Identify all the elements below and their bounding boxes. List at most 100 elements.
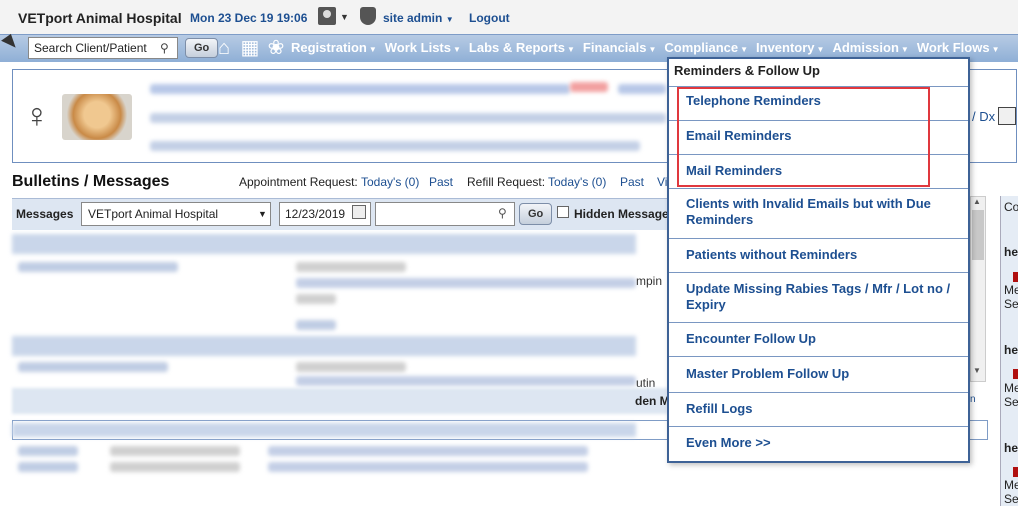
site-admin-menu[interactable]: site admin ▼ bbox=[383, 11, 454, 25]
calendar-icon[interactable]: ▦ bbox=[238, 36, 262, 60]
blurred-message bbox=[18, 462, 78, 472]
nav-item-compliance[interactable]: Compliance ▼ bbox=[664, 40, 748, 55]
chevron-down-icon[interactable]: ▼ bbox=[340, 12, 349, 22]
blurred-message bbox=[268, 446, 588, 456]
calendar-icon[interactable] bbox=[352, 205, 366, 219]
blurred-patient-line bbox=[618, 84, 666, 94]
scroll-down-icon[interactable]: ▼ bbox=[973, 366, 981, 375]
scrollbar-thumb[interactable] bbox=[972, 210, 984, 260]
message-date-band bbox=[12, 336, 636, 356]
right-column-header: Co bbox=[1004, 200, 1018, 214]
blurred-message bbox=[296, 362, 406, 372]
blurred-message bbox=[296, 376, 636, 386]
nav-item-registration[interactable]: Registration ▼ bbox=[291, 40, 377, 55]
blurred-message bbox=[18, 362, 168, 372]
blurred-patient-line bbox=[150, 113, 666, 123]
hospital-select[interactable]: VETport Animal Hospital bbox=[81, 202, 271, 226]
appointment-past-link[interactable]: Past bbox=[429, 175, 453, 189]
blurred-toolbar bbox=[12, 388, 668, 414]
nav-item-work-lists[interactable]: Work Lists ▼ bbox=[385, 40, 461, 55]
right-column-text: Se bbox=[1004, 492, 1018, 506]
right-column-heading: he bbox=[1004, 441, 1018, 455]
nav-item-label: Compliance bbox=[664, 40, 739, 55]
menu-item-encounter-follow-up[interactable]: Encounter Follow Up bbox=[669, 322, 968, 356]
appointment-today-link[interactable]: Today's (0) bbox=[361, 175, 419, 189]
nav-item-admission[interactable]: Admission ▼ bbox=[832, 40, 908, 55]
nav-item-labs-reports[interactable]: Labs & Reports ▼ bbox=[469, 40, 575, 55]
search-icon[interactable]: ⚲ bbox=[498, 206, 507, 220]
hidden-messages-checkbox[interactable] bbox=[557, 206, 569, 218]
refill-request-label: Refill Request: bbox=[467, 175, 546, 189]
dropdown-section-title: Reminders & Follow Up bbox=[674, 63, 820, 78]
chevron-down-icon: ▼ bbox=[991, 45, 1000, 54]
blurred-message bbox=[18, 262, 178, 272]
pet-photo bbox=[62, 94, 132, 140]
nav-item-label: Labs & Reports bbox=[468, 40, 565, 55]
menu-item-master-problem-follow-up[interactable]: Master Problem Follow Up bbox=[669, 356, 968, 392]
chevron-down-icon: ▼ bbox=[648, 45, 657, 54]
chevron-down-icon: ▼ bbox=[566, 45, 575, 54]
nav-item-work-flows[interactable]: Work Flows ▼ bbox=[917, 40, 1000, 55]
female-gender-icon: ♀ bbox=[24, 97, 50, 135]
menu-item-telephone-reminders[interactable]: Telephone Reminders bbox=[669, 86, 968, 120]
appointment-request-label: Appointment Request: bbox=[239, 175, 358, 189]
user-card-icon[interactable] bbox=[318, 7, 336, 25]
message-search-input[interactable] bbox=[375, 202, 515, 226]
blurred-message bbox=[296, 294, 336, 304]
logout-link[interactable]: Logout bbox=[469, 11, 510, 25]
bulletins-title: Bulletins / Messages bbox=[12, 173, 170, 190]
blurred-patient-line bbox=[150, 84, 570, 94]
right-column-text: Se bbox=[1004, 297, 1018, 311]
search-client-patient-input[interactable]: Search Client/Patient bbox=[28, 37, 178, 59]
nav-menu: Registration ▼ Work Lists ▼ Labs & Reports ▼ F… bbox=[291, 40, 1007, 55]
hospital-name: VETport Animal Hospital bbox=[18, 10, 182, 26]
blurred-message bbox=[268, 462, 588, 472]
menu-item-refill-logs[interactable]: Refill Logs bbox=[669, 392, 968, 426]
refill-today-link[interactable]: Today's (0) bbox=[548, 175, 606, 189]
blurred-alert bbox=[570, 82, 608, 92]
menu-item-invalid-emails[interactable]: Clients with Invalid Emails but with Due… bbox=[669, 188, 968, 238]
blurred-message bbox=[18, 446, 78, 456]
message-text-fragment: mpin bbox=[636, 274, 663, 288]
right-column-text: Se bbox=[1004, 395, 1018, 409]
message-date-band bbox=[12, 234, 636, 254]
chevron-down-icon[interactable]: ▼ bbox=[258, 209, 267, 219]
nav-item-label: Work Lists bbox=[384, 40, 451, 55]
document-icon[interactable] bbox=[998, 107, 1016, 125]
blurred-patient-line bbox=[150, 141, 640, 151]
dx-link[interactable]: / Dx bbox=[972, 109, 995, 124]
nav-item-label: Work Flows bbox=[916, 40, 990, 55]
right-column-text: Me bbox=[1004, 381, 1018, 395]
refill-past-link[interactable]: Past bbox=[620, 175, 644, 189]
home-icon[interactable]: ⌂ bbox=[212, 36, 236, 60]
chevron-down-icon: ▼ bbox=[740, 45, 749, 54]
nav-item-inventory[interactable]: Inventory ▼ bbox=[756, 40, 824, 55]
menu-item-even-more[interactable]: Even More >> bbox=[669, 426, 968, 460]
blurred-message bbox=[296, 320, 336, 330]
current-datetime: Mon 23 Dec 19 19:06 bbox=[190, 11, 308, 25]
messages-go-button[interactable]: Go bbox=[519, 203, 553, 225]
chevron-down-icon: ▼ bbox=[816, 45, 825, 54]
message-date-band bbox=[12, 423, 636, 437]
view-link[interactable]: Vi bbox=[657, 175, 667, 189]
right-column-text: Me bbox=[1004, 283, 1018, 297]
search-icon[interactable]: ⚲ bbox=[160, 41, 169, 55]
hidden-messages-label: Hidden Message bbox=[574, 207, 669, 221]
nav-item-label: Inventory bbox=[756, 40, 815, 55]
right-column-heading: he bbox=[1004, 245, 1018, 259]
menu-item-patients-without-reminders[interactable]: Patients without Reminders bbox=[669, 238, 968, 272]
messages-label: Messages bbox=[16, 207, 74, 221]
scroll-up-icon[interactable]: ▲ bbox=[973, 197, 981, 206]
blurred-message bbox=[110, 462, 240, 472]
right-column-heading: he bbox=[1004, 343, 1018, 357]
right-column-text: Me bbox=[1004, 478, 1018, 492]
menu-item-mail-reminders[interactable]: Mail Reminders bbox=[669, 154, 968, 188]
nav-item-label: Registration bbox=[291, 40, 367, 55]
delete-icon[interactable] bbox=[1013, 272, 1018, 282]
delete-icon[interactable] bbox=[1013, 467, 1018, 477]
delete-icon[interactable] bbox=[1013, 369, 1018, 379]
menu-item-email-reminders[interactable]: Email Reminders bbox=[669, 120, 968, 154]
nav-item-financials[interactable]: Financials ▼ bbox=[583, 40, 657, 55]
paw-icon[interactable]: ❀ bbox=[264, 36, 288, 60]
menu-item-update-rabies-tags[interactable]: Update Missing Rabies Tags / Mfr / Lot n… bbox=[669, 272, 968, 322]
